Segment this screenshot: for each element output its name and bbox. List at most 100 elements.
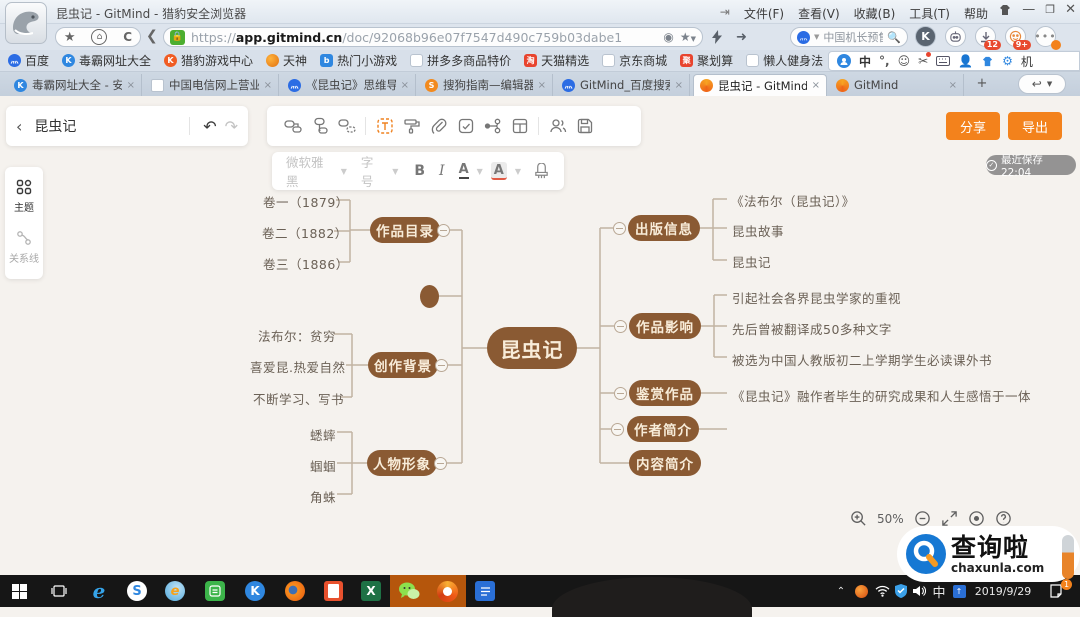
mindmap-topic[interactable]: 引起社会各界昆虫学家的重视 bbox=[732, 288, 901, 307]
mindmap-topic[interactable]: 卷二（1882） bbox=[262, 223, 348, 242]
collapse-button[interactable] bbox=[435, 359, 448, 372]
tab[interactable]: K毒霸网址大全 - 安全...× bbox=[8, 74, 142, 96]
search-engine-dropdown-icon[interactable]: ▼ bbox=[814, 33, 819, 41]
sidebar-item-theme[interactable]: 主题 bbox=[14, 179, 34, 214]
ime-punctuation-icon[interactable]: °, bbox=[879, 54, 890, 68]
tab-close-icon[interactable]: × bbox=[675, 80, 683, 91]
refresh-icon[interactable]: C bbox=[123, 30, 132, 44]
layout-table-icon[interactable] bbox=[506, 117, 533, 135]
chevron-down-icon[interactable]: ▼ bbox=[515, 167, 521, 176]
restore-button[interactable]: ❐ bbox=[1045, 3, 1055, 16]
attachment-icon[interactable] bbox=[425, 117, 452, 135]
mindmap-branch-node[interactable]: 内容简介 bbox=[629, 450, 701, 476]
mindmap-topic[interactable]: 《昆虫记》融作者毕生的研究成果和人生感悟于一体 bbox=[732, 386, 1031, 405]
bookmark-item[interactable]: K毒霸网址大全 bbox=[62, 52, 151, 69]
mindmap-topic[interactable]: 昆虫故事 bbox=[732, 221, 784, 240]
highlight-color-button[interactable]: A bbox=[491, 162, 507, 180]
collapse-button[interactable] bbox=[611, 423, 624, 436]
menu-view[interactable]: 查看(V) bbox=[798, 5, 840, 22]
bold-button[interactable]: B bbox=[414, 163, 425, 179]
share-button[interactable]: 分享 bbox=[946, 112, 1000, 140]
download-icon[interactable]: 12 bbox=[975, 26, 996, 47]
skin-icon[interactable] bbox=[998, 4, 1012, 16]
ime-settings-gear-icon[interactable]: ⚙ bbox=[1002, 54, 1013, 68]
tab[interactable]: S搜狗指南—编辑器× bbox=[419, 74, 553, 96]
ime-emoji-icon[interactable]: ☺ bbox=[898, 54, 911, 68]
close-button[interactable]: ✕ bbox=[1065, 2, 1076, 17]
mindmap-topic[interactable]: 蟋蟀 bbox=[310, 425, 336, 444]
collapse-button[interactable] bbox=[437, 224, 450, 237]
tab-close-icon[interactable]: × bbox=[127, 80, 135, 91]
search-keyword[interactable]: 中国机长预售破... bbox=[823, 29, 883, 45]
cheetah-browser-taskbar-icon[interactable] bbox=[428, 575, 466, 607]
toolbar-collapse-icon[interactable]: ⇥ bbox=[720, 5, 730, 22]
bookmark-item[interactable]: 天神 bbox=[266, 52, 307, 69]
feedback-face-icon[interactable]: 9+ bbox=[1005, 26, 1026, 47]
floating-widget[interactable] bbox=[1062, 535, 1074, 579]
back-icon[interactable]: ‹ bbox=[16, 117, 22, 136]
relationship-icon[interactable] bbox=[479, 117, 506, 135]
task-icon[interactable] bbox=[452, 117, 479, 135]
tray-app-icon[interactable] bbox=[852, 575, 870, 607]
blue-doc-icon[interactable] bbox=[466, 575, 504, 607]
mindmap-topic[interactable]: 不断学习、写书 bbox=[253, 389, 344, 408]
menu-help[interactable]: 帮助 bbox=[964, 5, 988, 22]
bookmark-item[interactable]: 京东商城 bbox=[602, 52, 667, 69]
minimize-button[interactable]: — bbox=[1022, 2, 1035, 17]
mindmap-topic[interactable]: 角蛛 bbox=[310, 487, 336, 506]
font-color-button[interactable]: A bbox=[459, 163, 469, 179]
mindmap-branch-node[interactable]: 出版信息 bbox=[628, 215, 700, 241]
mindmap-branch-node[interactable]: 作品影响 bbox=[629, 313, 701, 339]
cheetah-browser-logo[interactable] bbox=[5, 2, 47, 44]
new-tab-button[interactable]: + bbox=[973, 76, 991, 92]
insert-floating-node-icon[interactable] bbox=[333, 117, 360, 135]
ime-clipboard-scissors-icon[interactable]: ✂ bbox=[918, 54, 928, 68]
more-menu-icon[interactable]: ••• bbox=[1035, 26, 1056, 47]
home-icon[interactable]: ⌂ bbox=[91, 29, 107, 45]
fit-screen-icon[interactable] bbox=[941, 510, 958, 527]
firefox-icon[interactable] bbox=[276, 575, 314, 607]
summary-text-icon[interactable] bbox=[371, 117, 398, 135]
collapse-button[interactable] bbox=[613, 222, 626, 235]
clear-format-icon[interactable] bbox=[533, 163, 550, 180]
ime-keyboard-icon[interactable] bbox=[936, 56, 950, 66]
excel-icon[interactable]: X bbox=[352, 575, 390, 607]
help-icon[interactable] bbox=[995, 510, 1012, 527]
mindmap-branch-node[interactable]: 作者简介 bbox=[627, 416, 699, 442]
bookmark-item[interactable]: 聚聚划算 bbox=[680, 52, 733, 69]
insert-child-node-icon[interactable] bbox=[306, 117, 333, 135]
mindmap-topic[interactable]: 卷一（1879） bbox=[263, 192, 349, 211]
redo-icon[interactable]: ↷ bbox=[225, 117, 238, 136]
insert-sibling-node-icon[interactable] bbox=[279, 117, 306, 135]
bookmark-item[interactable]: 灬百度 bbox=[8, 52, 49, 69]
mindmap-topic[interactable]: 卷三（1886） bbox=[263, 254, 349, 273]
save-icon[interactable] bbox=[571, 117, 598, 135]
bookmark-item[interactable]: 淘天猫精选 bbox=[524, 52, 589, 69]
assistant-robot-icon[interactable] bbox=[945, 26, 966, 47]
collaborate-icon[interactable] bbox=[544, 117, 571, 135]
mindmap-topic[interactable]: 法布尔：贫穷 bbox=[258, 326, 336, 345]
back-icon[interactable]: ❮ bbox=[146, 28, 158, 44]
mindmap-branch-node[interactable]: 作品目录 bbox=[370, 217, 440, 243]
url-text[interactable]: https://app.gitmind.cn/doc/92068b96e07f7… bbox=[191, 30, 657, 45]
tray-chevron-up[interactable]: ⌃ bbox=[832, 575, 850, 607]
lightning-icon[interactable] bbox=[712, 30, 722, 45]
bookmark-item[interactable]: 懒人健身法 bbox=[746, 52, 823, 69]
mindmap-topic[interactable]: 先后曾被翻译成50多种文字 bbox=[732, 319, 892, 338]
url-field[interactable]: 🔒 https://app.gitmind.cn/doc/92068b96e07… bbox=[163, 27, 703, 47]
collapse-button[interactable] bbox=[434, 457, 447, 470]
wifi-icon[interactable] bbox=[872, 575, 892, 607]
italic-button[interactable]: I bbox=[439, 163, 445, 179]
ime-account-icon[interactable]: 👤 bbox=[958, 54, 973, 68]
font-family-select[interactable]: 微软雅黑 bbox=[286, 152, 333, 190]
restore-tab-button[interactable]: ↩▼ bbox=[1018, 74, 1066, 94]
mindmap-branch-node[interactable]: 鉴赏作品 bbox=[629, 380, 701, 406]
mindmap-branch-node[interactable]: 人物形象 bbox=[367, 450, 437, 476]
locate-center-icon[interactable] bbox=[968, 510, 985, 527]
menu-tools[interactable]: 工具(T) bbox=[909, 5, 950, 22]
mindmap-topic[interactable]: 蝈蝈 bbox=[310, 456, 336, 475]
ime-logo-icon[interactable] bbox=[837, 54, 851, 68]
kingsoft-k-icon[interactable]: K bbox=[236, 575, 274, 607]
font-size-select[interactable]: 字号 bbox=[361, 152, 384, 190]
tab-close-icon[interactable]: × bbox=[538, 80, 546, 91]
